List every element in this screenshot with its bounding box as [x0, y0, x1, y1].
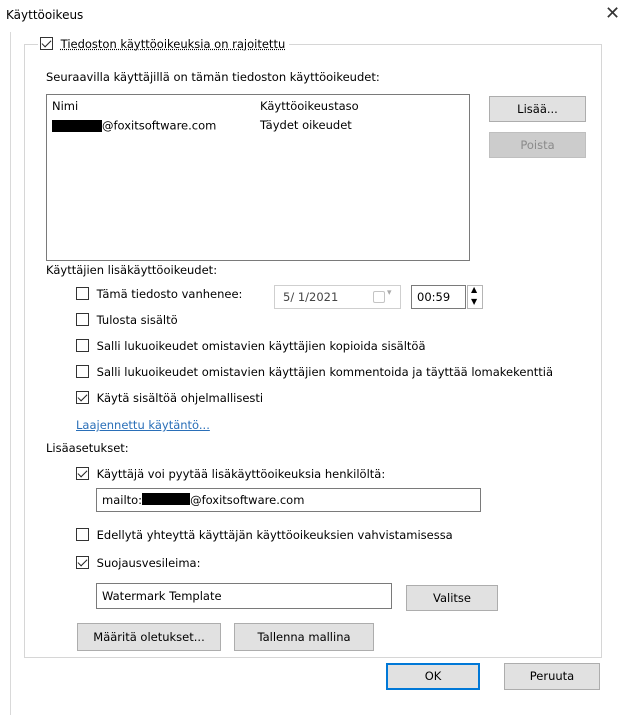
spin-up-icon[interactable]: ▲ — [471, 285, 477, 294]
ok-label: OK — [424, 669, 442, 683]
programmatic-checkbox[interactable] — [76, 391, 89, 404]
mailto-suffix: @foxitsoftware.com — [190, 493, 305, 507]
users-list[interactable]: Nimi Käyttöoikeustaso @foxitsoftware.com… — [46, 94, 470, 261]
print-option[interactable]: Tulosta sisältö — [76, 312, 178, 327]
contact-email-value: mailto: @foxitsoftware.com — [102, 493, 304, 507]
comment-checkbox[interactable] — [76, 365, 89, 378]
redacted-email — [142, 493, 191, 505]
redacted-name — [52, 119, 102, 132]
choose-watermark-label: Valitse — [433, 591, 471, 605]
expiry-date-field[interactable]: 5/ 1/2021 ▾ — [274, 285, 401, 309]
mailto-prefix: mailto: — [102, 493, 143, 507]
remove-user-label: Poista — [520, 138, 555, 152]
copy-checkbox[interactable] — [76, 339, 89, 352]
cancel-label: Peruuta — [529, 669, 575, 683]
comment-option[interactable]: Salli lukuoikeudet omistavien käyttäjien… — [76, 364, 553, 379]
contact-email-field[interactable]: mailto: @foxitsoftware.com — [96, 488, 481, 512]
set-defaults-label: Määritä oletukset... — [93, 630, 205, 644]
programmatic-option[interactable]: Käytä sisältöä ohjelmallisesti — [76, 390, 263, 405]
watermark-option[interactable]: Suojausvesileima: — [76, 555, 200, 570]
set-defaults-button[interactable]: Määritä oletukset... — [77, 623, 221, 651]
copy-option[interactable]: Salli lukuoikeudet omistavien käyttäjien… — [76, 338, 426, 353]
add-user-label: Lisää... — [517, 102, 558, 116]
calendar-icon[interactable] — [373, 291, 385, 303]
close-icon[interactable]: ✕ — [605, 4, 620, 24]
expires-option[interactable]: Tämä tiedosto vanhenee: — [76, 286, 242, 301]
verify-checkbox[interactable] — [76, 528, 89, 541]
restrict-toggle[interactable]: Tiedoston käyttöoikeuksia on rajoitettu — [38, 36, 290, 56]
restrict-checkbox[interactable] — [40, 37, 53, 50]
expires-checkbox[interactable] — [76, 287, 89, 300]
request-option[interactable]: Käyttäjä voi pyytää lisäkäyttöoikeuksia … — [76, 466, 385, 481]
restrict-label: Tiedoston käyttöoikeuksia on rajoitettu — [60, 36, 286, 51]
column-header-level[interactable]: Käyttöoikeustaso — [260, 99, 359, 113]
verify-label: Edellytä yhteyttä käyttäjän käyttöoikeuk… — [96, 527, 453, 542]
expiry-time-field[interactable]: 00:59 — [411, 285, 466, 309]
window-edge — [10, 32, 11, 715]
time-spinner[interactable]: ▲ ▼ — [467, 285, 483, 309]
list-item[interactable]: @foxitsoftware.com Täydet oikeudet — [52, 118, 462, 134]
spin-down-icon[interactable]: ▼ — [471, 297, 477, 306]
request-checkbox[interactable] — [76, 467, 89, 480]
expiry-time-value: 00:59 — [417, 290, 451, 304]
additional-heading: Lisäasetukset: — [46, 441, 129, 455]
print-checkbox[interactable] — [76, 313, 89, 326]
watermark-field[interactable]: Watermark Template — [96, 583, 392, 609]
cancel-button[interactable]: Peruuta — [504, 663, 600, 690]
extra-rights-heading: Käyttäjien lisäkäyttöoikeudet: — [46, 263, 218, 277]
expires-label: Tämä tiedosto vanhenee: — [96, 286, 243, 301]
chevron-down-icon[interactable]: ▾ — [387, 288, 392, 298]
window-title: Käyttöoikeus — [6, 8, 84, 22]
save-template-label: Tallenna mallina — [257, 630, 351, 644]
ok-button[interactable]: OK — [386, 663, 480, 690]
watermark-value: Watermark Template — [102, 589, 222, 603]
watermark-checkbox[interactable] — [76, 556, 89, 569]
title-bar: Käyttöoikeus ✕ — [0, 0, 625, 32]
print-label: Tulosta sisältö — [96, 312, 178, 327]
verify-option[interactable]: Edellytä yhteyttä käyttäjän käyttöoikeuk… — [76, 527, 453, 542]
add-user-button[interactable]: Lisää... — [489, 96, 586, 122]
choose-watermark-button[interactable]: Valitse — [406, 585, 498, 611]
programmatic-label: Käytä sisältöä ohjelmallisesti — [96, 390, 264, 405]
expiry-date-value: 5/ 1/2021 — [283, 290, 339, 304]
user-level: Täydet oikeudet — [260, 118, 352, 132]
extended-policy-link[interactable]: Laajennettu käytäntö... — [76, 418, 210, 432]
request-label: Käyttäjä voi pyytää lisäkäyttöoikeuksia … — [96, 466, 386, 481]
column-header-name[interactable]: Nimi — [52, 99, 78, 113]
copy-label: Salli lukuoikeudet omistavien käyttäjien… — [96, 338, 426, 353]
user-email-suffix: @foxitsoftware.com — [102, 118, 217, 133]
users-heading: Seuraavilla käyttäjillä on tämän tiedost… — [46, 70, 380, 84]
remove-user-button[interactable]: Poista — [489, 132, 586, 158]
save-template-button[interactable]: Tallenna mallina — [234, 623, 374, 651]
comment-label: Salli lukuoikeudet omistavien käyttäjien… — [96, 364, 553, 379]
watermark-label: Suojausvesileima: — [96, 555, 201, 570]
